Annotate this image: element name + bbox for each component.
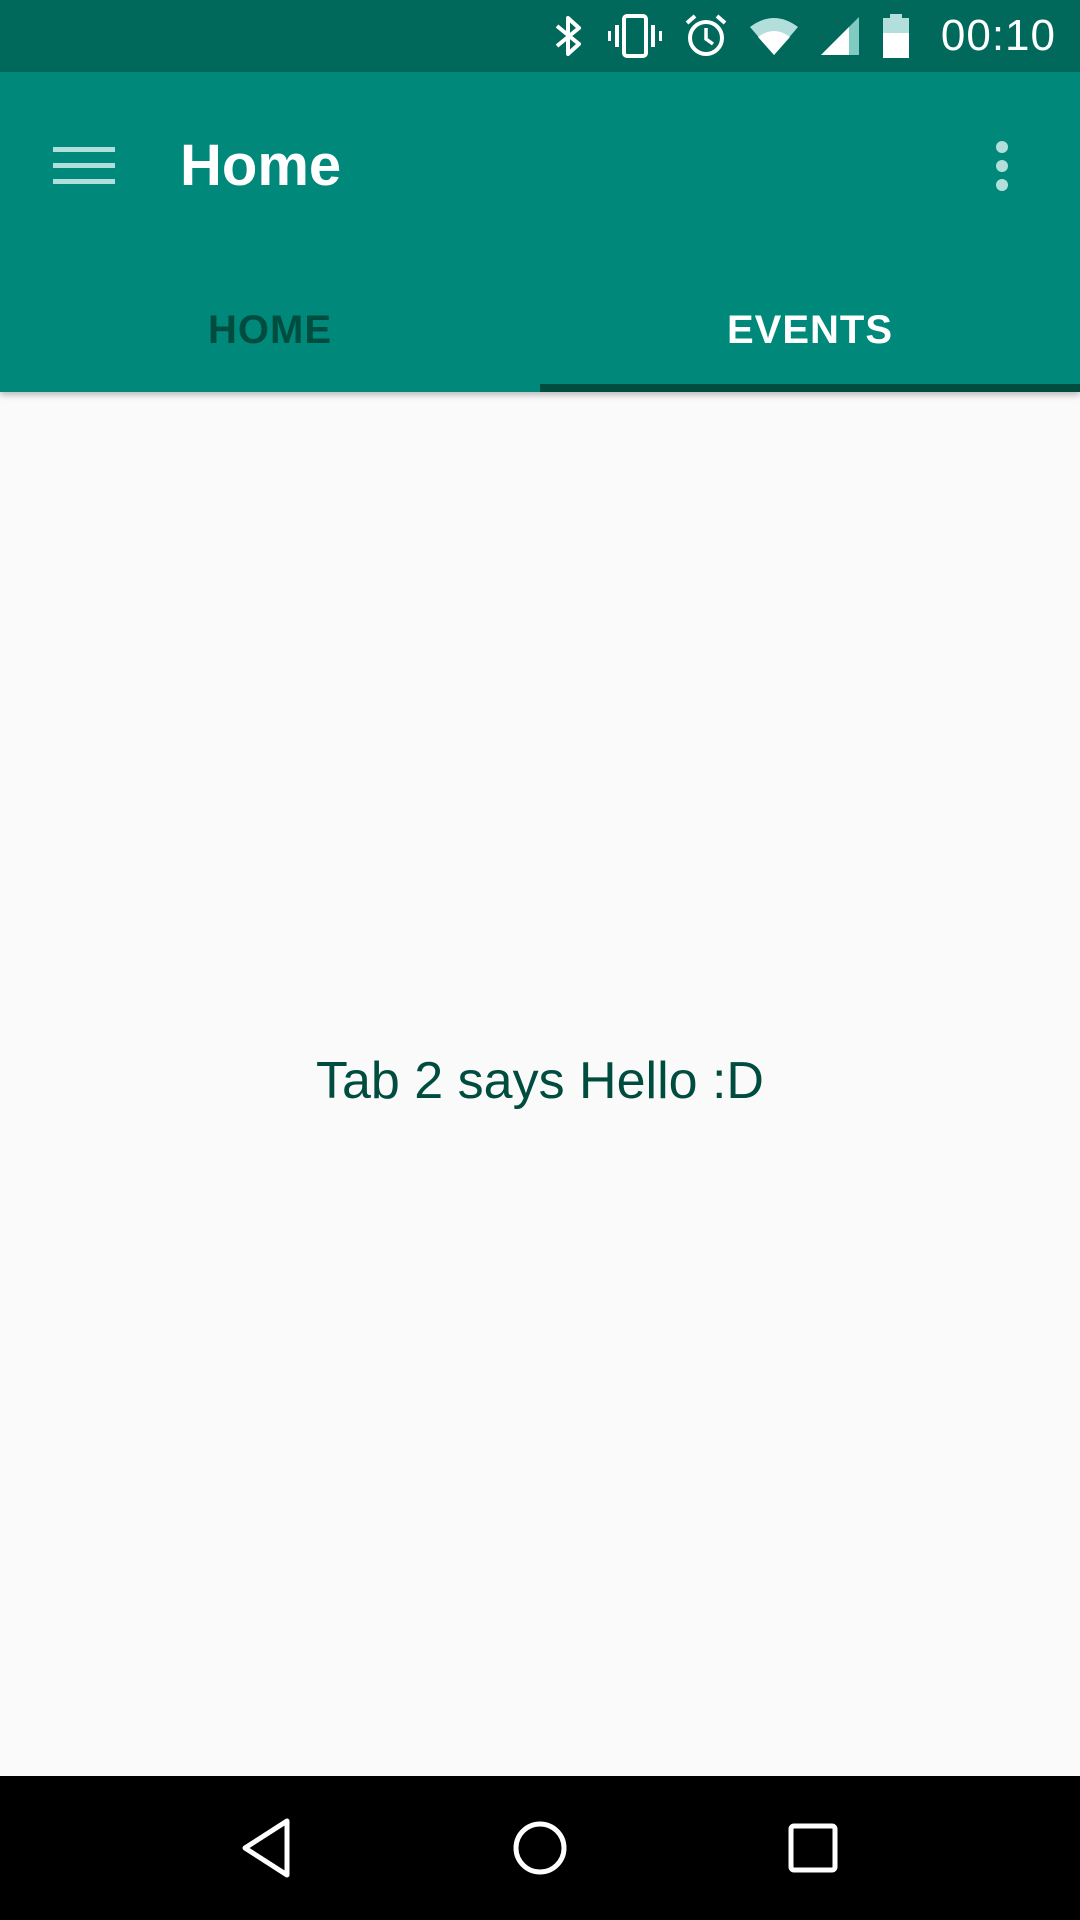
home-button[interactable] — [480, 1788, 600, 1908]
status-time: 00:10 — [940, 11, 1056, 60]
page-title: Home — [180, 133, 342, 198]
recents-icon — [788, 1823, 838, 1873]
navigation-menu-button[interactable] — [36, 118, 132, 214]
tab-selected-indicator — [540, 384, 1080, 392]
back-button[interactable] — [207, 1788, 327, 1908]
vibrate-icon — [607, 0, 663, 72]
alarm-icon — [683, 0, 729, 72]
home-icon — [513, 1821, 567, 1875]
wifi-icon — [749, 0, 799, 72]
battery-icon — [881, 0, 911, 72]
overflow-menu-button[interactable] — [954, 118, 1050, 214]
status-bar: 00:10 — [0, 0, 1080, 72]
tab-home[interactable]: HOME — [0, 268, 540, 392]
back-icon — [242, 1818, 290, 1878]
tab-content: Tab 2 says Hello :D — [0, 392, 1080, 1776]
system-navigation-bar — [0, 1776, 1080, 1920]
status-icons: 00:10 — [551, 0, 1056, 72]
tab-events[interactable]: EVENTS — [540, 268, 1080, 392]
recents-button[interactable] — [753, 1788, 873, 1908]
bluetooth-icon — [551, 0, 587, 72]
tab-bar: HOME EVENTS — [0, 268, 1080, 392]
content-message: Tab 2 says Hello :D — [316, 1052, 764, 1110]
signal-icon — [819, 0, 861, 72]
app-bar: Home HOME EVENTS — [0, 72, 1080, 392]
hamburger-menu-icon — [53, 147, 115, 184]
toolbar: Home — [0, 72, 1080, 242]
more-vert-icon — [996, 141, 1008, 191]
